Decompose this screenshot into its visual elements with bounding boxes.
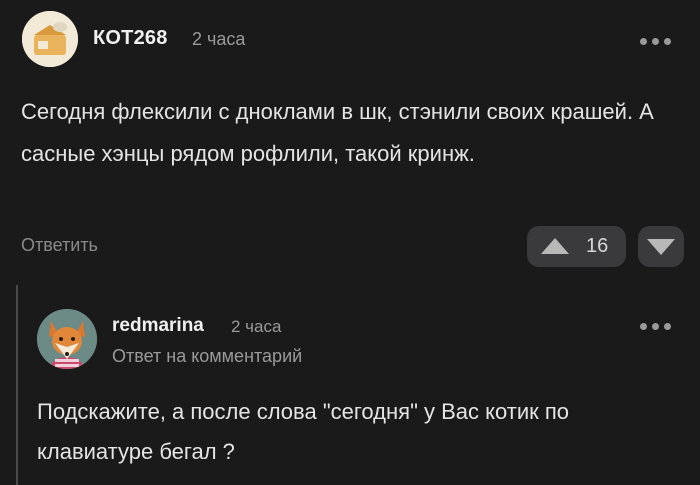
thread-line[interactable]	[16, 285, 18, 485]
more-dots-icon	[639, 322, 647, 330]
more-dots-icon-dot	[663, 322, 671, 330]
reply-time: 2 часа	[231, 317, 282, 336]
downvote-button[interactable]	[638, 226, 684, 267]
reply-author[interactable]: redmarina	[112, 315, 204, 337]
reply-button[interactable]: Ответить	[21, 235, 98, 256]
reply-more-options-button[interactable]	[635, 316, 675, 336]
downvote-triangle-icon	[647, 239, 675, 255]
more-options-button[interactable]	[635, 31, 675, 51]
reply-avatar[interactable]	[37, 309, 97, 369]
avatar[interactable]	[22, 11, 78, 67]
upvote-triangle-icon	[541, 238, 569, 254]
more-dots-icon	[639, 37, 647, 45]
reply-to-link[interactable]: Ответ на комментарий	[112, 346, 302, 367]
upvote-button[interactable]: 16	[527, 226, 626, 267]
comment-author[interactable]: КОТ268	[93, 27, 168, 50]
avatar-image	[22, 11, 78, 67]
more-dots-icon-dot	[663, 37, 671, 45]
fox-avatar-image	[37, 309, 97, 369]
rating-count: 16	[586, 235, 609, 257]
more-dots-icon-dot	[651, 37, 659, 45]
reply-text: Подскажите, а после слова "сегодня" у Ва…	[37, 399, 569, 464]
comment-text: Сегодня флексили с дноклами в шк, стэнил…	[21, 99, 654, 166]
more-dots-icon-dot	[651, 322, 659, 330]
comment-time: 2 часа	[192, 29, 246, 49]
